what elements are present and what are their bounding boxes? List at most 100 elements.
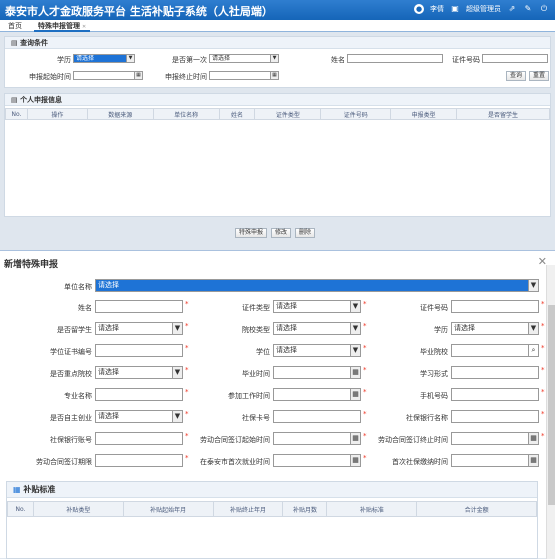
contractterm-label: 劳动合同签订期限 (36, 458, 92, 466)
sscard-field[interactable] (273, 410, 361, 423)
required-mark: * (541, 432, 545, 440)
gradtime-label: 毕业时间 (242, 370, 270, 378)
app-header: 泰安市人才金政服务平台 生活补贴子系统（人社局端） ● 李倩 ▣ 超级管理员 ⇗… (0, 0, 555, 20)
education-select[interactable]: 请选择 ▼ (73, 54, 135, 63)
required-mark: * (541, 388, 545, 396)
power-icon[interactable]: ⏻ (539, 4, 549, 14)
subsidy-col-end: 补贴终止年月 (212, 501, 284, 517)
firstss-label: 首次社保缴纳时间 (392, 458, 448, 466)
special-declare-button[interactable]: 特殊申报 (235, 228, 267, 238)
edit-button[interactable]: 修改 (271, 228, 291, 238)
idtype-label: 证件类型 (242, 304, 270, 312)
major-field[interactable] (95, 388, 183, 401)
calendar-icon[interactable]: ▦ (270, 72, 278, 79)
list-icon: ▤ (11, 96, 18, 104)
name-input[interactable] (347, 54, 443, 63)
idtype-select[interactable]: 请选择 ▼ (273, 300, 361, 313)
overseas-label: 是否留学生 (57, 326, 92, 334)
dialog-scrollbar[interactable] (546, 265, 555, 559)
tab-close-icon[interactable]: ✕ (82, 24, 86, 30)
school-field[interactable]: ⌕ (451, 344, 539, 357)
delete-button[interactable]: 删除 (295, 228, 315, 238)
calendar-icon[interactable]: ▦ (350, 433, 360, 444)
end-time-label: 申报终止时间 (165, 73, 207, 81)
worktime-field[interactable]: ▦ (273, 388, 361, 401)
education-field-value: 请选择 (454, 324, 475, 332)
app-title: 泰安市人才金政服务平台 生活补贴子系统（人社局端） (5, 5, 273, 18)
calendar-icon[interactable]: ▦ (134, 72, 142, 79)
calendar-icon[interactable]: ▦ (528, 433, 538, 444)
reset-button[interactable]: 重置 (529, 71, 549, 81)
end-time-input[interactable]: ▦ (209, 71, 279, 80)
subsidy-title: 补贴标准 (23, 485, 56, 494)
name-field[interactable] (95, 300, 183, 313)
query-panel: ▤ 查询条件 学历 请选择 ▼ 是否第一次 请选择 ▼ 姓名 证件号码 申报起始时间… (4, 36, 551, 88)
contractstart-label: 劳动合同签订起始时间 (200, 436, 270, 444)
certno-field[interactable] (95, 344, 183, 357)
firstjob-field[interactable]: ▦ (273, 454, 361, 467)
external-link-icon[interactable]: ⇗ (507, 4, 517, 14)
bankacct-field[interactable] (95, 432, 183, 445)
selfemp-select[interactable]: 请选择 ▼ (95, 410, 183, 423)
idno-field[interactable] (451, 300, 539, 313)
col-company: 单位名称 (152, 108, 220, 120)
subsidy-col-type: 补贴类型 (32, 501, 124, 517)
col-type: 申报类型 (390, 108, 458, 120)
chevron-down-icon: ▼ (172, 323, 182, 334)
calendar-icon[interactable]: ▦ (350, 367, 360, 378)
studymode-field[interactable] (451, 366, 539, 379)
studymode-label: 学习形式 (420, 370, 448, 378)
tab-home-label: 首页 (8, 22, 22, 30)
overseas-select[interactable]: 请选择 ▼ (95, 322, 183, 335)
subsidy-col-standard: 补贴标准 (326, 501, 418, 517)
required-mark: * (363, 366, 367, 374)
start-time-input[interactable]: ▦ (73, 71, 143, 80)
info-panel: ▤ 个人申报信息 No. 操作 数据来源 单位名称 姓名 证件类型 证件号码 申… (4, 93, 551, 217)
user-icon[interactable]: ● (414, 4, 424, 14)
tab-bar: 首页 特殊申报管理 ✕ (0, 20, 555, 32)
gradtime-field[interactable]: ▦ (273, 366, 361, 379)
col-idtype: 证件类型 (254, 108, 322, 120)
search-icon[interactable]: ⌕ (528, 345, 538, 356)
bank-field[interactable] (451, 410, 539, 423)
tab-special-declaration[interactable]: 特殊申报管理 ✕ (34, 21, 91, 32)
col-source: 数据来源 (86, 108, 154, 120)
education-field-label: 学历 (434, 326, 448, 334)
contractterm-field[interactable] (95, 454, 183, 467)
firstjob-label: 在泰安市首次就业时间 (200, 458, 270, 466)
phone-field[interactable] (451, 388, 539, 401)
settings-icon[interactable]: ✎ (523, 4, 533, 14)
overseas-select-value: 请选择 (98, 324, 119, 332)
degree-select[interactable]: 请选择 ▼ (273, 344, 361, 357)
keyschool-select-value: 请选择 (98, 368, 119, 376)
name-label: 姓名 (331, 56, 345, 64)
contractend-field[interactable]: ▦ (451, 432, 539, 445)
collegetype-select[interactable]: 请选择 ▼ (273, 322, 361, 335)
calendar-icon[interactable]: ▦ (350, 389, 360, 400)
collegetype-select-value: 请选择 (276, 324, 297, 332)
collegetype-label: 院校类型 (242, 326, 270, 334)
calendar-icon[interactable]: ▦ (350, 455, 360, 466)
idtype-select-value: 请选择 (276, 302, 297, 310)
contractstart-field[interactable]: ▦ (273, 432, 361, 445)
required-mark: * (185, 410, 189, 418)
scrollbar-thumb[interactable] (548, 305, 555, 505)
first-time-select[interactable]: 请选择 ▼ (209, 54, 279, 63)
search-button[interactable]: 查询 (506, 71, 526, 81)
education-field-select[interactable]: 请选择 ▼ (451, 322, 539, 335)
chevron-down-icon: ▼ (126, 55, 134, 62)
bank-label: 社保银行名称 (406, 414, 448, 422)
user-name[interactable]: 李倩 (430, 4, 444, 14)
contractend-label: 劳动合同签订终止时间 (378, 436, 448, 444)
col-idno: 证件号码 (320, 108, 392, 120)
firstss-field[interactable]: ▦ (451, 454, 539, 467)
keyschool-select[interactable]: 请选择 ▼ (95, 366, 183, 379)
chevron-down-icon: ▼ (350, 323, 360, 334)
user-role-icon: ▣ (451, 4, 459, 13)
idno-input[interactable] (482, 54, 548, 63)
grid-icon: ▦ (13, 485, 21, 494)
tab-home[interactable]: 首页 (4, 21, 26, 32)
calendar-icon[interactable]: ▦ (528, 455, 538, 466)
chevron-down-icon: ▼ (528, 323, 538, 334)
company-select[interactable]: 请选择 ▼ (95, 279, 539, 292)
